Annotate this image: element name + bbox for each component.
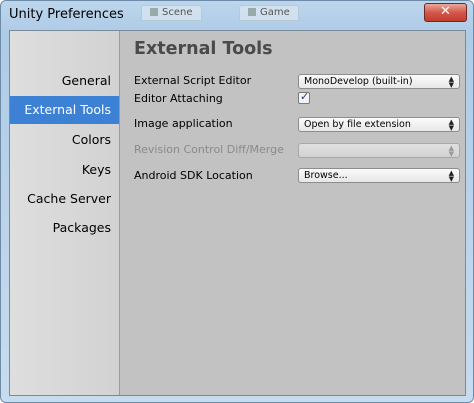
preferences-client-area: General External Tools Colors Keys Cache… <box>9 30 466 396</box>
checkmark-icon: ✓ <box>300 90 310 103</box>
close-button[interactable]: ✕ <box>424 3 467 22</box>
image-application-label: Image application <box>134 117 233 130</box>
updown-arrow-icon: ▲ ▼ <box>448 169 454 183</box>
sidebar-item-cache-server[interactable]: Cache Server <box>10 185 119 213</box>
updown-arrow-icon: ▲ ▼ <box>448 75 454 89</box>
revision-control-diff-merge-dropdown: ▲ ▼ <box>298 143 460 158</box>
window-title: Unity Preferences <box>9 7 124 22</box>
scene-icon <box>150 8 158 16</box>
external-tools-panel: External Tools External Script Editor Mo… <box>120 31 465 395</box>
preferences-window: Unity Preferences Scene Game ✕ General E… <box>0 0 474 403</box>
editor-attaching-label: Editor Attaching <box>134 92 223 105</box>
sidebar-item-packages[interactable]: Packages <box>10 214 119 242</box>
revision-control-diff-merge-label: Revision Control Diff/Merge <box>134 143 284 156</box>
background-tab-scene: Scene <box>141 5 202 21</box>
title-bar[interactable]: Unity Preferences Scene Game ✕ <box>1 1 473 29</box>
sidebar: General External Tools Colors Keys Cache… <box>10 31 120 395</box>
sidebar-item-general[interactable]: General <box>10 67 119 95</box>
editor-attaching-checkbox[interactable]: ✓ <box>298 90 310 104</box>
image-application-dropdown[interactable]: Open by file extension ▲ ▼ <box>298 117 460 132</box>
game-icon <box>248 8 256 16</box>
background-tab-game: Game <box>239 5 299 21</box>
section-title: External Tools <box>134 39 273 59</box>
close-icon: ✕ <box>440 4 451 19</box>
android-sdk-location-label: Android SDK Location <box>134 169 253 182</box>
updown-arrow-icon: ▲ ▼ <box>448 118 454 132</box>
android-sdk-location-value: Browse... <box>304 170 348 181</box>
external-script-editor-dropdown[interactable]: MonoDevelop (built-in) ▲ ▼ <box>298 74 460 89</box>
sidebar-item-colors[interactable]: Colors <box>10 126 119 154</box>
image-application-value: Open by file extension <box>304 119 411 130</box>
sidebar-item-external-tools[interactable]: External Tools <box>10 96 119 124</box>
external-script-editor-label: External Script Editor <box>134 74 252 87</box>
updown-arrow-icon: ▲ ▼ <box>448 144 454 158</box>
sidebar-item-keys[interactable]: Keys <box>10 156 119 184</box>
external-script-editor-value: MonoDevelop (built-in) <box>304 76 413 87</box>
android-sdk-location-dropdown[interactable]: Browse... ▲ ▼ <box>298 168 460 183</box>
